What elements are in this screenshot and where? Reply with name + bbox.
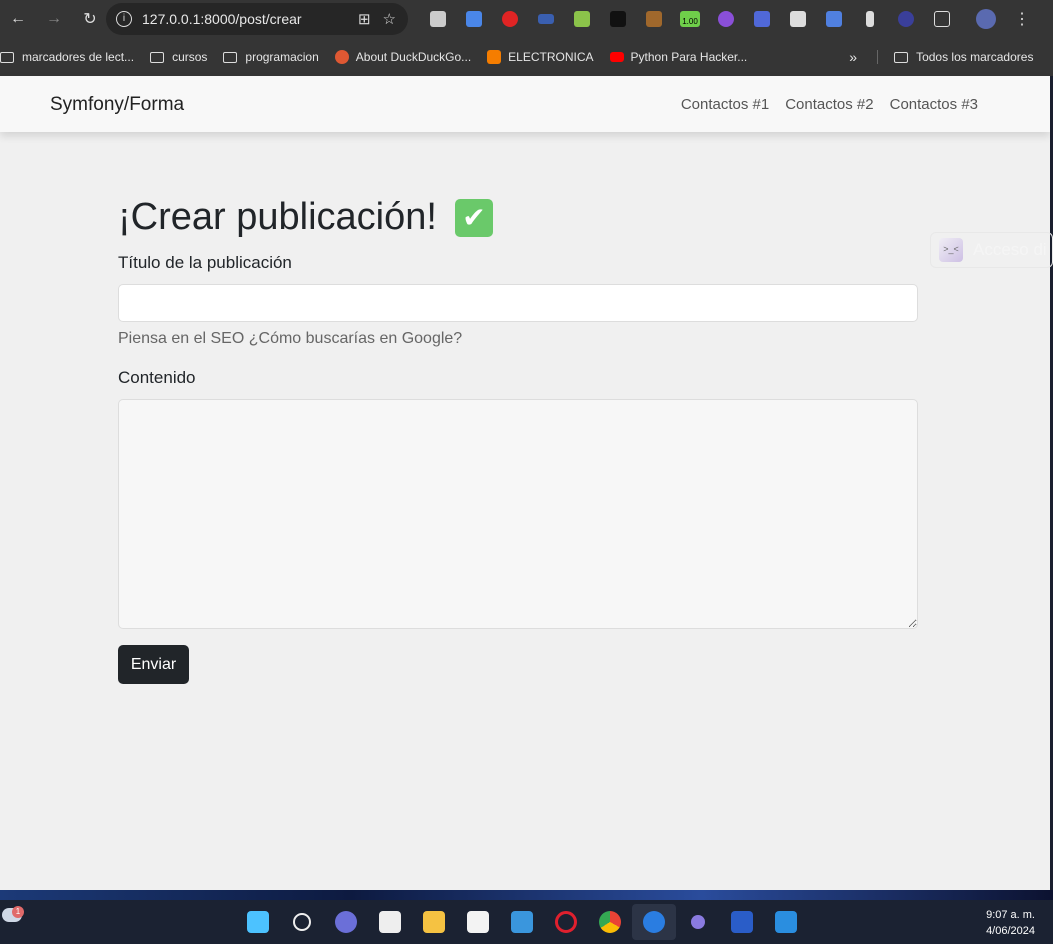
mail-icon[interactable]	[500, 904, 544, 940]
clock-date: 4/06/2024	[986, 925, 1035, 937]
bookmark-folder[interactable]: programacion	[223, 50, 319, 64]
counter-ext-icon[interactable]: 1.00	[672, 8, 708, 30]
duckduckgo-icon	[334, 50, 349, 64]
site-info-icon[interactable]: i	[116, 11, 132, 27]
camel-ext-icon[interactable]	[636, 8, 672, 30]
widget-text: Acceso di	[973, 240, 1047, 259]
extensions: 1.00 ⋮	[420, 8, 1040, 30]
bookmark-folder[interactable]: cursos	[150, 50, 207, 64]
blogger-icon	[487, 50, 502, 64]
bookmarks-bar: marcadores de lect... cursos programacio…	[0, 38, 1053, 76]
taskbar: 1 9:07 a. m. 4/06/2024	[0, 900, 1053, 944]
back-icon[interactable]: ←	[0, 10, 36, 28]
content-textarea[interactable]	[118, 399, 918, 629]
teams-icon[interactable]	[324, 904, 368, 940]
submit-button[interactable]: Enviar	[118, 645, 189, 684]
folder-icon	[223, 51, 238, 63]
hat-ext-icon[interactable]	[600, 8, 636, 30]
vpn-ext-icon[interactable]	[708, 8, 744, 30]
bookmark-link[interactable]: Python Para Hacker...	[609, 50, 747, 64]
screenshot-ext-icon[interactable]	[816, 8, 852, 30]
store-icon[interactable]	[456, 904, 500, 940]
side-widget[interactable]: >_< Acceso di	[930, 232, 1053, 268]
system-clock[interactable]: 9:07 a. m. 4/06/2024	[986, 907, 1035, 939]
audio-icon[interactable]	[852, 8, 888, 30]
site-navbar: Symfony/Forma Contactos #1 Contactos #2 …	[0, 76, 1050, 132]
brand-link[interactable]: Symfony/Forma	[50, 94, 184, 116]
bookmark-folder[interactable]: marcadores de lect...	[0, 50, 134, 64]
vscode-icon[interactable]	[764, 904, 808, 940]
all-bookmarks[interactable]: Todos los marcadores	[877, 50, 1033, 64]
forward-icon[interactable]: →	[36, 10, 72, 28]
bookmark-link[interactable]: About DuckDuckGo...	[334, 50, 471, 64]
file-explorer-icon[interactable]	[412, 904, 456, 940]
menu-kebab-icon[interactable]: ⋮	[1004, 8, 1040, 30]
more-bookmarks-icon[interactable]: »	[849, 49, 857, 65]
content-label: Contenido	[118, 368, 196, 387]
reload-icon[interactable]: ↻	[72, 9, 108, 29]
opera-icon[interactable]	[544, 904, 588, 940]
nav-link-contactos-1[interactable]: Contactos #1	[681, 96, 769, 113]
folder-icon	[0, 51, 14, 63]
folder-icon	[150, 51, 165, 63]
page-title: ¡Crear publicación! ✔	[118, 196, 918, 239]
nav-link-contactos-2[interactable]: Contactos #2	[785, 96, 873, 113]
mail-ext-icon[interactable]	[780, 8, 816, 30]
profile-avatar[interactable]	[968, 8, 1004, 30]
notification-badge: 1	[12, 906, 24, 918]
translate-icon[interactable]: ⊞	[358, 10, 371, 28]
jh-ext-icon[interactable]	[744, 8, 780, 30]
title-help-text: Piensa en el SEO ¿Cómo buscarías en Goog…	[118, 330, 463, 347]
folder-icon	[894, 51, 909, 63]
st-ext-icon[interactable]	[888, 8, 924, 30]
title-input[interactable]	[118, 284, 918, 322]
url-text[interactable]: 127.0.0.1:8000/post/crear	[142, 11, 358, 27]
browser-toolbar: ← → ↻ i 127.0.0.1:8000/post/crear ⊞ ☆ 1.…	[0, 0, 1053, 38]
terminal-icon[interactable]	[720, 904, 764, 940]
translate-ext-icon[interactable]	[420, 8, 456, 30]
snipping-tool-icon[interactable]	[368, 904, 412, 940]
desktop-wallpaper	[0, 890, 1053, 900]
firefox-icon[interactable]	[632, 904, 676, 940]
nav-link-contactos-3[interactable]: Contactos #3	[890, 96, 978, 113]
clock-time: 9:07 a. m.	[986, 909, 1035, 921]
address-bar[interactable]: i 127.0.0.1:8000/post/crear ⊞ ☆	[106, 3, 408, 35]
puzzle-icon[interactable]	[924, 8, 960, 30]
youtube-icon	[609, 52, 624, 62]
title-label: Título de la publicación	[118, 253, 292, 272]
download-ext-icon[interactable]	[564, 8, 600, 30]
adblock-ext-icon[interactable]	[492, 8, 528, 30]
google-translate-ext-icon[interactable]	[456, 8, 492, 30]
app-icon[interactable]	[676, 904, 720, 940]
zip-ext-icon[interactable]	[528, 8, 564, 30]
check-mark-icon: ✔	[454, 198, 493, 237]
bookmark-link[interactable]: ELECTRONICA	[487, 50, 594, 64]
start-icon[interactable]	[236, 904, 280, 940]
bookmark-star-icon[interactable]: ☆	[383, 10, 396, 28]
widget-icon: >_<	[939, 238, 963, 262]
search-icon[interactable]	[280, 904, 324, 940]
post-form: ¡Crear publicación! ✔ Título de la public…	[118, 196, 918, 684]
chrome-icon[interactable]	[588, 904, 632, 940]
